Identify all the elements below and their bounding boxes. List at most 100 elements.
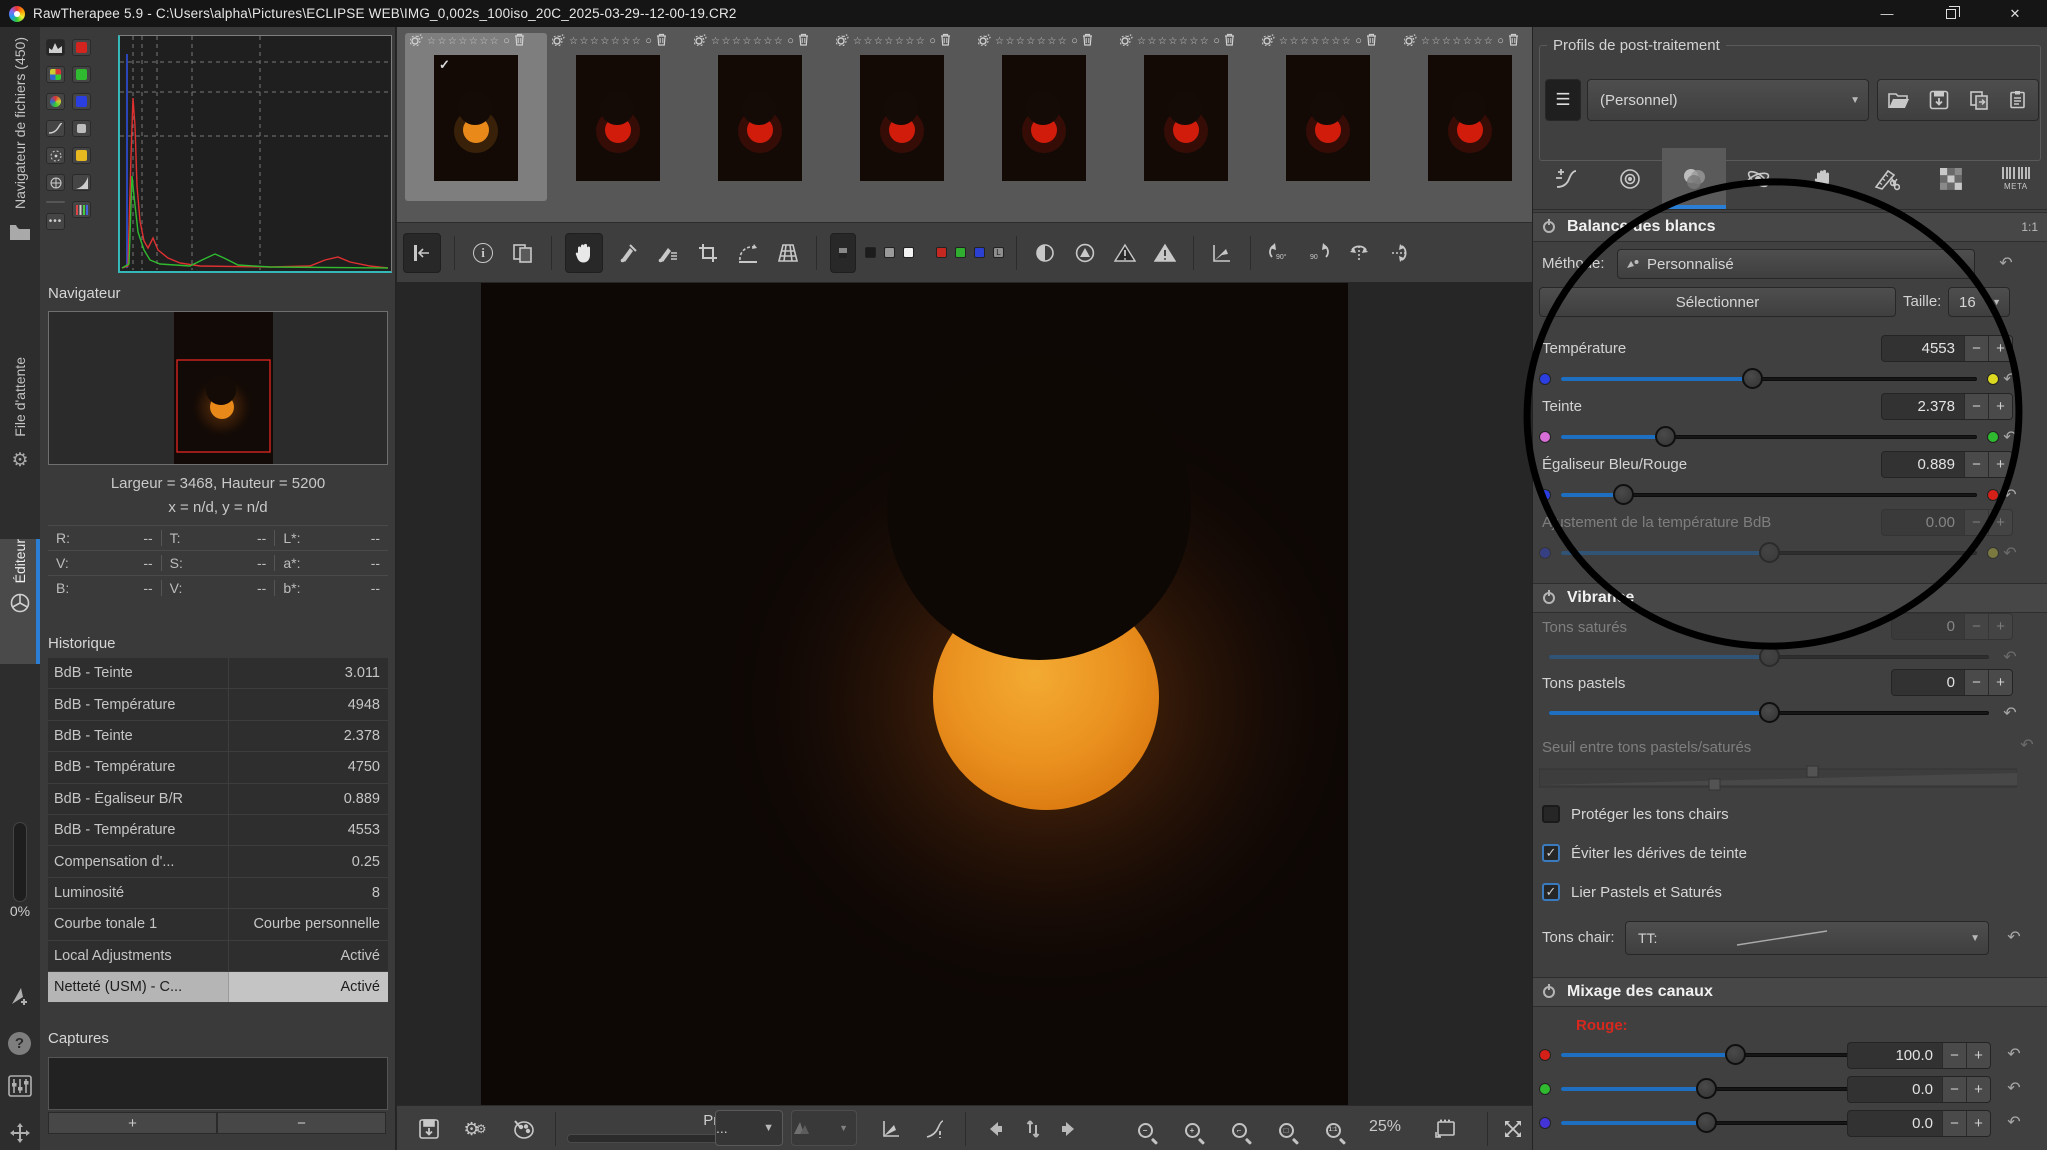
luminosity-channel-icon[interactable] (72, 120, 91, 137)
red-channel-icon[interactable] (72, 39, 91, 56)
thumb-rank-stars[interactable]: ☆☆☆☆☆☆☆ (427, 36, 500, 47)
send-to-editor-icon[interactable] (9, 985, 31, 1007)
mixer-power-icon[interactable] (1543, 986, 1555, 998)
mixer-spinbox-1[interactable]: 0.0−+ (1847, 1076, 1991, 1103)
filmstrip-thumbnail[interactable]: ☆☆☆☆☆☆☆ ○ (689, 33, 831, 201)
thumb-rank-stars[interactable]: ☆☆☆☆☆☆☆ (995, 36, 1068, 47)
preview-red-channel[interactable] (936, 247, 947, 258)
sync-filebrowser-button[interactable] (1018, 1114, 1048, 1144)
captures-title[interactable]: Captures (48, 1030, 109, 1047)
thumb-trash-icon[interactable] (940, 33, 951, 49)
preview-blue-channel[interactable] (974, 247, 985, 258)
save-image-button[interactable] (414, 1114, 444, 1144)
history-title[interactable]: Historique (48, 635, 116, 652)
wb-slider-0-minus[interactable]: − (1964, 336, 1988, 361)
wb-method-dropdown[interactable]: Personnalisé ▼ (1617, 249, 1975, 279)
zoom-fit-button[interactable]: ⌐ (1224, 1115, 1254, 1145)
blue-channel-icon[interactable] (72, 93, 91, 110)
filmstrip-thumbnail[interactable]: ☆☆☆☆☆☆☆ ○ ✓ (405, 33, 547, 201)
zoom-in-button[interactable]: + (1177, 1115, 1207, 1145)
thumb-colorlabel-icon[interactable]: ○ (1497, 35, 1504, 47)
history-row[interactable]: BdB - Teinte2.378 (48, 721, 388, 752)
vibrance-slider-1-slider[interactable] (1549, 703, 1989, 723)
wb-slider-2-plus[interactable]: + (1988, 452, 2012, 477)
filmstrip-thumbnail[interactable]: ☆☆☆☆☆☆☆ ○ (1257, 33, 1399, 201)
tab-detail[interactable] (1597, 148, 1661, 209)
wb-slider-2-spinbox[interactable]: 0.889−+ (1881, 451, 2013, 478)
hand-tool-button[interactable] (565, 233, 603, 273)
thumb-trash-icon[interactable] (1366, 33, 1377, 49)
bg-white-swatch[interactable] (903, 247, 914, 258)
thumb-rank-stars[interactable]: ☆☆☆☆☆☆☆ (711, 36, 784, 47)
thumb-image[interactable] (1144, 55, 1228, 181)
previous-image-button[interactable] (980, 1114, 1010, 1144)
rotate-right-90-button[interactable]: 90 (1304, 238, 1334, 268)
save-profile-icon[interactable] (1929, 90, 1949, 110)
move-icon[interactable] (9, 1122, 31, 1144)
thumb-colorlabel-icon[interactable]: ○ (1355, 35, 1362, 47)
flip-vertical-button[interactable] (1344, 238, 1374, 268)
vibrance-checkbox-2[interactable]: ✓ Lier Pastels et Saturés (1542, 883, 1722, 901)
histogram-options-icon[interactable]: ••• (46, 213, 65, 230)
rotate-left-90-button[interactable]: 90° (1264, 238, 1294, 268)
mixer-plus-1[interactable]: + (1966, 1077, 1990, 1102)
preview-bg-toggle[interactable] (830, 233, 856, 273)
thumb-trash-icon[interactable] (514, 33, 525, 49)
wb-power-icon[interactable] (1543, 221, 1555, 233)
tab-locallab[interactable] (1791, 148, 1855, 209)
crop-tool-button[interactable] (693, 238, 723, 268)
mixer-minus-0[interactable]: − (1942, 1043, 1966, 1068)
preview-mode-dropdown[interactable]: ...▼ (715, 1110, 783, 1146)
vibrance-checkbox-0[interactable]: Protéger les tons chairs (1542, 805, 1729, 823)
focus-mask-button[interactable] (1030, 238, 1060, 268)
thumb-colorlabel-icon[interactable]: ○ (1213, 35, 1220, 47)
rail-tab-editor[interactable]: Éditeur (0, 539, 40, 664)
wb-slider-0-plus[interactable]: + (1988, 336, 2012, 361)
thumb-profile-icon[interactable] (1404, 33, 1417, 49)
perspective-tool-button[interactable] (773, 238, 803, 268)
mixer-reset-0[interactable]: ↶ (2003, 1044, 2025, 1064)
wb-slider-0-reset[interactable]: ↶ (1999, 369, 2021, 389)
vibrance-slider-0-slider[interactable] (1549, 647, 1989, 667)
queue-processing-icon[interactable]: ⚙⚙ (460, 1114, 490, 1144)
history-row[interactable]: Netteté (USM) - C...Activé (48, 972, 388, 1003)
skin-tone-curve-dropdown[interactable]: TT: ▼ (1625, 921, 1989, 955)
bar-indicator-icon[interactable] (72, 201, 91, 218)
thumb-image[interactable] (860, 55, 944, 181)
history-row[interactable]: BdB - Teinte3.011 (48, 658, 388, 689)
info-button[interactable]: i (468, 238, 498, 268)
history-row[interactable]: Courbe tonale 1Courbe personnelle (48, 909, 388, 940)
shadow-clipping-button[interactable] (1110, 238, 1140, 268)
wb-slider-2-reset[interactable]: ↶ (1999, 485, 2021, 505)
history-row[interactable]: BdB - Égaliseur B/R0.889 (48, 784, 388, 815)
thumb-trash-icon[interactable] (656, 33, 667, 49)
mixer-slider-2[interactable] (1561, 1113, 1851, 1133)
tab-advanced[interactable] (1726, 148, 1790, 209)
history-row[interactable]: BdB - Température4948 (48, 689, 388, 720)
wb-slider-0-slider[interactable] (1561, 369, 1977, 389)
profile-preset-dropdown[interactable]: (Personnel) ▼ (1587, 79, 1869, 121)
capture-add-button[interactable]: + (48, 1112, 217, 1134)
thumb-profile-icon[interactable] (836, 33, 849, 49)
preview-green-channel[interactable] (955, 247, 966, 258)
thumb-colorlabel-icon[interactable]: ○ (645, 35, 652, 47)
crop-guide-button[interactable] (1207, 238, 1237, 268)
mixer-plus-2[interactable]: + (1966, 1111, 1990, 1136)
straighten-tool-button[interactable] (733, 238, 763, 268)
zoom-100-button[interactable]: 1:1 (1318, 1115, 1348, 1145)
thumb-profile-icon[interactable] (1120, 33, 1133, 49)
green-channel-icon[interactable] (72, 66, 91, 83)
zoom-out-button[interactable]: − (1130, 1115, 1160, 1145)
chromaticity-channel-icon[interactable] (72, 147, 91, 164)
wb-slider-3-minus[interactable]: − (1964, 510, 1988, 535)
curve-mode-icon[interactable] (46, 120, 65, 137)
wb-slider-0-spinbox[interactable]: 4553−+ (1881, 335, 2013, 362)
wb-slider-1-reset[interactable]: ↶ (1999, 427, 2021, 447)
curve-indicator-icon[interactable] (920, 1114, 950, 1144)
mixer-minus-1[interactable]: − (1942, 1077, 1966, 1102)
thumb-colorlabel-icon[interactable]: ○ (503, 35, 510, 47)
thumb-profile-icon[interactable] (552, 33, 565, 49)
thumb-rank-stars[interactable]: ☆☆☆☆☆☆☆ (569, 36, 642, 47)
mixer-plus-0[interactable]: + (1966, 1043, 1990, 1068)
straighten-indicator-icon[interactable] (876, 1114, 906, 1144)
